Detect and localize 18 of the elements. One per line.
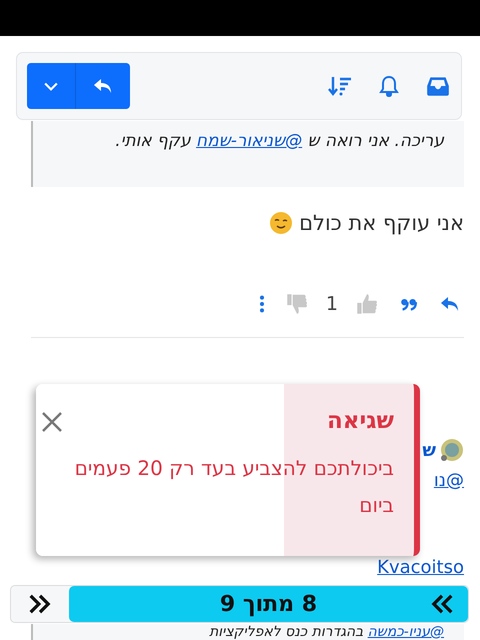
mention-link[interactable]: @עניו-כמשה: [368, 624, 444, 640]
toast-title: שגיאה: [326, 408, 394, 434]
link-text[interactable]: Kvacoitso: [377, 557, 464, 578]
toast-message: ביכולתכם להצביע בעד רק 20 פעמים ביום: [74, 455, 394, 519]
avatar-icon: [440, 438, 464, 462]
post-text: אני עוקף את כולם: [299, 211, 464, 235]
more-icon: [258, 293, 266, 315]
like-count: 1: [326, 293, 338, 315]
bell-icon[interactable]: [377, 74, 401, 98]
quote-text: @עניו-כמשה בהגדרות כנס לאפליקציות: [208, 624, 444, 640]
sort-icon[interactable]: [327, 74, 353, 98]
page-indicator[interactable]: 8 מתוך 9: [69, 586, 468, 622]
mention-link[interactable]: @נו: [434, 470, 464, 491]
quote-text: עריכה. אני רואה ש @שניאור-שמח עקף אותי.: [114, 131, 444, 151]
winking-face-icon: [269, 211, 294, 235]
author-name[interactable]: ש: [422, 440, 436, 460]
reply-button[interactable]: [75, 63, 130, 109]
mention-link[interactable]: @שניאור-שמח: [196, 131, 302, 151]
